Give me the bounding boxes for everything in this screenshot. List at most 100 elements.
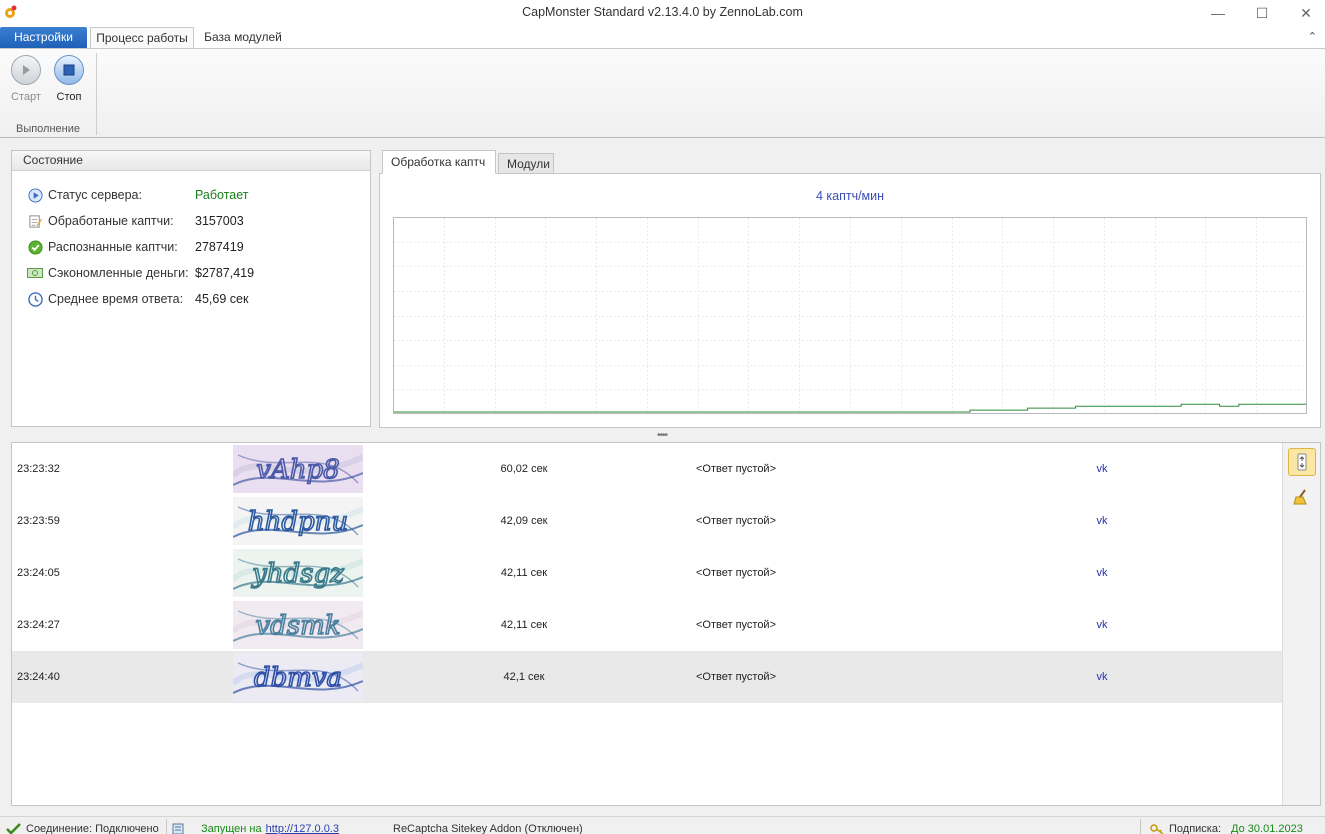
- minimize-button[interactable]: —: [1195, 0, 1241, 26]
- status-panel-title: Состояние: [12, 151, 370, 171]
- tab-modules-db[interactable]: База модулей: [198, 27, 288, 49]
- saved-money-value: $2787,419: [195, 266, 255, 280]
- addon-status: ReCaptcha Sitekey Addon (Отключен): [393, 823, 583, 834]
- status-row-recognized: Распознанные каптчи: 2787419: [27, 238, 244, 256]
- status-row-avg-time: Среднее время ответа: 45,69 сек: [27, 290, 248, 308]
- tab-settings[interactable]: Настройки: [0, 27, 87, 49]
- recognized-captcha-value: 2787419: [195, 240, 244, 254]
- row-time: 23:24:40: [17, 671, 60, 683]
- chart-title: 4 каптч/мин: [815, 189, 885, 203]
- subscription-label: Подписка:: [1169, 823, 1222, 834]
- ribbon-panel: Старт Стоп Выполнение: [0, 48, 1325, 138]
- row-duration: 42,1 сек: [503, 671, 545, 683]
- start-label: Старт: [11, 91, 41, 103]
- avg-response-value: 45,69 сек: [195, 292, 249, 306]
- money-icon: [27, 265, 43, 281]
- captcha-text: dbmva: [254, 663, 342, 693]
- title-bar: CapMonster Standard v2.13.4.0 by ZennoLa…: [0, 0, 1325, 26]
- autoscroll-button[interactable]: [1288, 448, 1316, 476]
- clear-log-button[interactable]: [1291, 487, 1313, 507]
- splitter-handle[interactable]: ••••: [657, 430, 668, 441]
- recognized-captcha-label: Распознанные каптчи:: [48, 240, 178, 254]
- row-duration: 42,09 сек: [500, 515, 548, 527]
- stop-button[interactable]: Стоп: [51, 55, 87, 103]
- connection-status: Соединение: Подключено: [6, 823, 159, 834]
- processed-captcha-value: 3157003: [195, 214, 244, 228]
- collapse-ribbon-icon[interactable]: ⌃: [1308, 30, 1317, 43]
- stop-label: Стоп: [56, 91, 82, 103]
- status-row-money: Сэкономленные деньги: $2787,419: [27, 264, 254, 282]
- status-panel: Состояние Статус сервера: Работает Обраб…: [11, 150, 371, 427]
- connection-text: Соединение: Подключено: [26, 823, 159, 834]
- status-row-processed: Обработаные каптчи: 3157003: [27, 212, 244, 230]
- chart-canvas: [393, 217, 1307, 414]
- captcha-text: vAhp8: [256, 455, 339, 485]
- row-module: vk: [1096, 567, 1108, 579]
- server-icon: [172, 823, 184, 834]
- tab-captcha-processing[interactable]: Обработка каптч: [382, 150, 496, 174]
- row-answer: <Ответ пустой>: [695, 463, 777, 475]
- group-label-execution: Выполнение: [15, 123, 81, 135]
- statusbar-separator: [1140, 819, 1141, 834]
- status-row-server: Статус сервера: Работает: [27, 186, 249, 204]
- processed-captcha-label: Обработаные каптчи:: [48, 214, 174, 228]
- captcha-image: hhdpnu: [233, 497, 363, 545]
- table-row[interactable]: 23:24:40 dbmva 42,1 сек <Ответ пустой> vk: [12, 651, 1283, 703]
- broom-icon: [1293, 489, 1307, 505]
- window-title: CapMonster Standard v2.13.4.0 by ZennoLa…: [522, 5, 803, 19]
- running-prefix: Запущен на: [201, 823, 262, 834]
- row-duration: 42,11 сек: [500, 619, 548, 631]
- captcha-log-grid: 23:23:32 vAhp8 60,02 сек <Ответ пустой> vk 23…: [11, 442, 1321, 806]
- maximize-button[interactable]: ☐: [1239, 0, 1285, 26]
- stop-icon: [54, 55, 84, 85]
- row-module: vk: [1096, 619, 1108, 631]
- server-status-value: Работает: [195, 188, 249, 202]
- row-time: 23:24:27: [17, 619, 60, 631]
- captcha-image: yhdsgz: [233, 549, 363, 597]
- subscription-status: Подписка: До 30.01.2023: [1150, 823, 1303, 834]
- table-row[interactable]: 23:23:32 vAhp8 60,02 сек <Ответ пустой> vk: [12, 443, 1283, 495]
- row-duration: 42,11 сек: [500, 567, 548, 579]
- row-answer: <Ответ пустой>: [695, 619, 777, 631]
- row-module: vk: [1096, 463, 1108, 475]
- subscription-value: До 30.01.2023: [1231, 823, 1303, 834]
- key-icon: [1150, 824, 1164, 834]
- status-bar: Соединение: Подключено Запущен на http:/…: [0, 816, 1325, 834]
- table-row[interactable]: 23:24:05 yhdsgz 42,11 сек <Ответ пустой> vk: [12, 547, 1283, 599]
- avg-response-label: Среднее время ответа:: [48, 292, 184, 306]
- row-answer: <Ответ пустой>: [695, 671, 777, 683]
- check-circle-icon: [27, 239, 43, 255]
- row-duration: 60,02 сек: [500, 463, 548, 475]
- row-module: vk: [1096, 515, 1108, 527]
- captcha-text: vdsmk: [255, 611, 340, 641]
- captcha-image: vdsmk: [233, 601, 363, 649]
- tab-process[interactable]: Процесс работы: [90, 27, 194, 49]
- server-status-label: Статус сервера:: [48, 188, 142, 202]
- captcha-image: dbmva: [233, 653, 363, 701]
- captcha-text: hhdpnu: [248, 507, 348, 537]
- clock-icon: [27, 291, 43, 307]
- group-separator: [96, 53, 97, 135]
- captcha-image: vAhp8: [233, 445, 363, 493]
- row-time: 23:23:59: [17, 515, 60, 527]
- tab-modules[interactable]: Модули: [498, 153, 554, 174]
- connected-check-icon: [6, 823, 21, 834]
- chart-panel: 4 каптч/мин: [379, 173, 1321, 428]
- grid-side-toolbar: [1282, 443, 1320, 805]
- row-answer: <Ответ пустой>: [695, 515, 777, 527]
- server-address-link[interactable]: http://127.0.0.3: [266, 823, 339, 834]
- statusbar-separator: [166, 819, 167, 834]
- ribbon-tabs: Настройки Процесс работы База модулей: [0, 26, 1325, 49]
- row-time: 23:24:05: [17, 567, 60, 579]
- row-answer: <Ответ пустой>: [695, 567, 777, 579]
- close-button[interactable]: ✕: [1283, 0, 1325, 26]
- scroll-lock-icon: [1297, 453, 1307, 471]
- play-icon: [11, 55, 41, 85]
- edit-document-icon: [27, 213, 43, 229]
- table-row[interactable]: 23:23:59 hhdpnu 42,09 сек <Ответ пустой> vk: [12, 495, 1283, 547]
- start-button[interactable]: Старт: [8, 55, 44, 103]
- table-row[interactable]: 23:24:27 vdsmk 42,11 сек <Ответ пустой> vk: [12, 599, 1283, 651]
- play-circle-icon: [27, 187, 43, 203]
- server-running-status: Запущен на http://127.0.0.3: [172, 823, 339, 834]
- captcha-text: yhdsgz: [251, 559, 344, 589]
